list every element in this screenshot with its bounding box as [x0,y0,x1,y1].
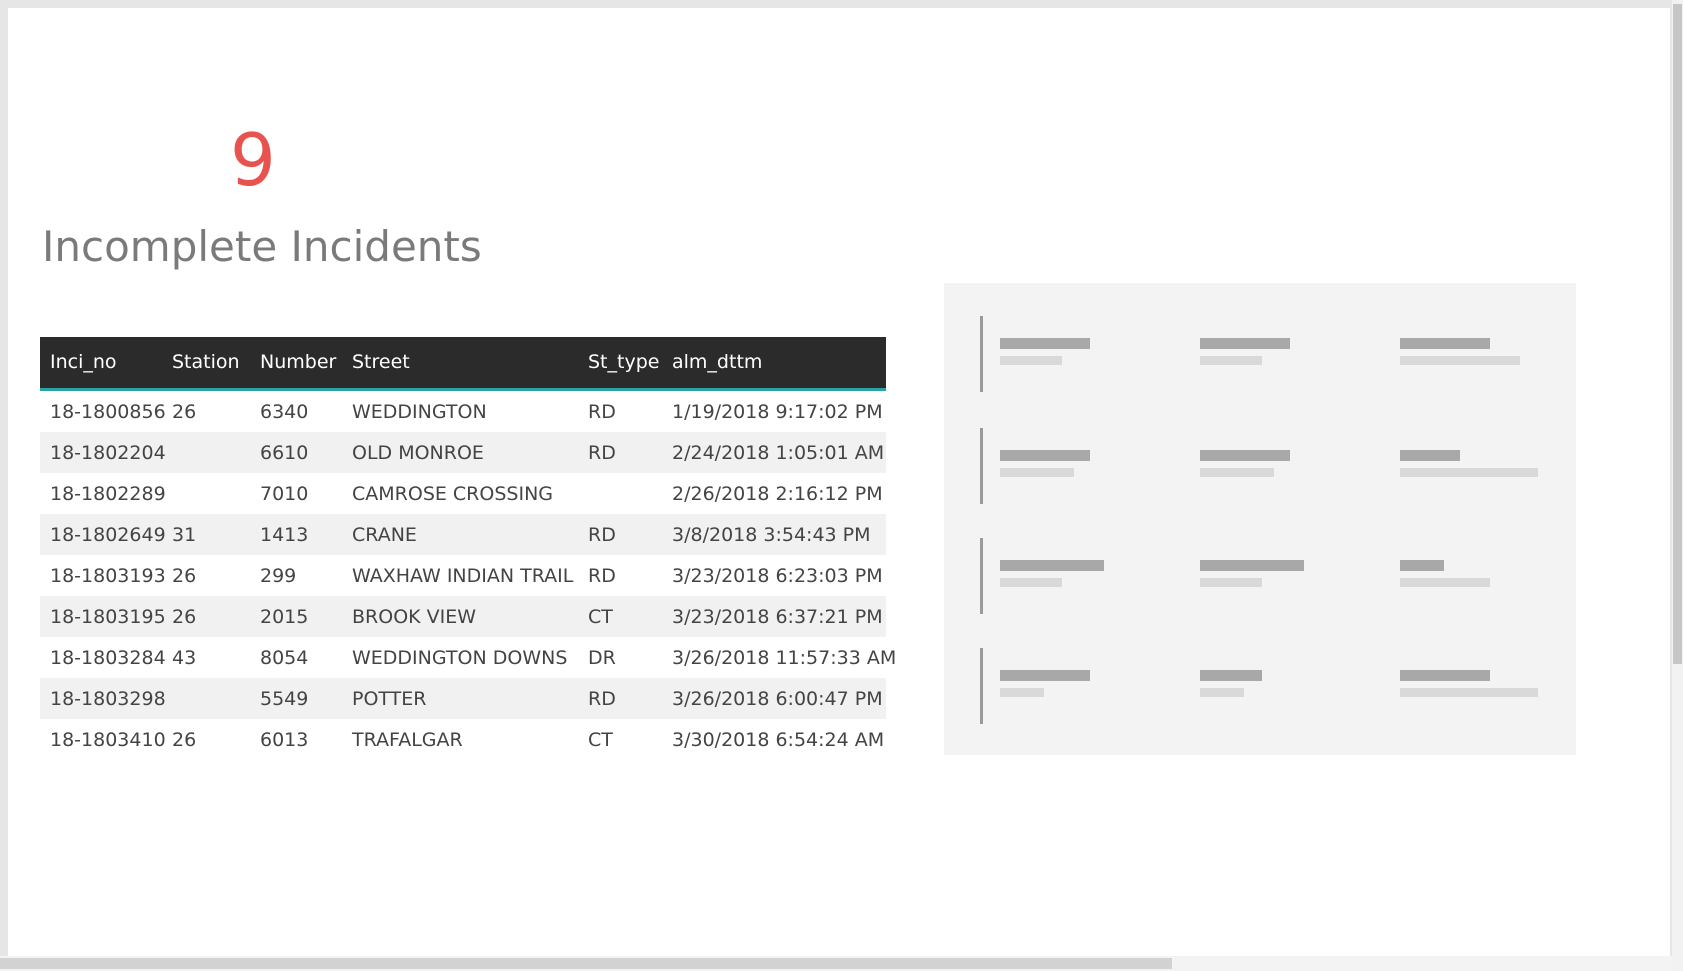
cell-number: 6013 [260,729,309,751]
cell-street: BROOK VIEW [352,606,477,628]
table-row[interactable]: 18-1803195 26 2015 BROOK VIEW CT 3/23/20… [40,596,886,637]
cell-number: 299 [260,565,297,587]
cell-st-type: RD [588,442,616,464]
placeholder-row [980,428,1540,508]
multi-row-card-placeholder[interactable] [944,283,1576,755]
placeholder-field [1400,560,1490,587]
cell-number: 6610 [260,442,309,464]
cell-street: TRAFALGAR [352,729,463,751]
cell-st-type: RD [588,401,616,423]
cell-inci-no: 18-1803410 [50,729,166,751]
placeholder-field [1400,338,1520,365]
cell-street: CAMROSE CROSSING [352,483,554,505]
placeholder-field [1000,560,1104,587]
kpi-label: Incomplete Incidents [42,222,482,271]
cell-number: 1413 [260,524,309,546]
table-row[interactable]: 18-1802649 31 1413 CRANE RD 3/8/2018 3:5… [40,514,886,555]
cell-number: 6340 [260,401,309,423]
cell-alm-dttm: 3/26/2018 11:57:33 AM [672,647,897,669]
cell-alm-dttm: 2/24/2018 1:05:01 AM [672,442,885,464]
cell-number: 7010 [260,483,309,505]
cell-street: OLD MONROE [352,442,484,464]
cell-alm-dttm: 3/30/2018 6:54:24 AM [672,729,885,751]
cell-station: 26 [172,565,197,587]
table-row[interactable]: 18-1803298 5549 POTTER RD 3/26/2018 6:00… [40,678,886,719]
vertical-scrollbar-thumb[interactable] [1673,4,1682,664]
column-header-inci-no[interactable]: Inci_no [50,351,117,373]
placeholder-divider [980,428,983,504]
cell-inci-no: 18-1802289 [50,483,166,505]
table-row[interactable]: 18-1803410 26 6013 TRAFALGAR CT 3/30/201… [40,719,886,760]
placeholder-field [1400,450,1538,477]
placeholder-field [1200,338,1290,365]
cell-inci-no: 18-1800856 [50,401,166,423]
table-row[interactable]: 18-1802289 7010 CAMROSE CROSSING 2/26/20… [40,473,886,514]
cell-inci-no: 18-1802204 [50,442,166,464]
cell-street: CRANE [352,524,417,546]
cell-street: WAXHAW INDIAN TRAIL [352,565,574,587]
cell-st-type: RD [588,524,616,546]
horizontal-scrollbar-thumb[interactable] [0,958,1172,969]
column-header-number[interactable]: Number [260,351,336,373]
placeholder-row [980,316,1540,396]
placeholder-field [1000,338,1090,365]
placeholder-field [1000,450,1090,477]
table-row[interactable]: 18-1800856 26 6340 WEDDINGTON RD 1/19/20… [40,391,886,432]
cell-inci-no: 18-1802649 [50,524,166,546]
column-header-st-type[interactable]: St_type [588,351,659,373]
cell-alm-dttm: 1/19/2018 9:17:02 PM [672,401,883,423]
placeholder-field [1000,670,1090,697]
table-header: Inci_no Station Number Street St_type al… [40,337,886,391]
cell-street: WEDDINGTON [352,401,487,423]
placeholder-row [980,648,1540,728]
column-header-station[interactable]: Station [172,351,240,373]
placeholder-field [1400,670,1538,697]
cell-number: 5549 [260,688,309,710]
cell-alm-dttm: 3/8/2018 3:54:43 PM [672,524,871,546]
placeholder-field [1200,560,1304,587]
horizontal-scrollbar[interactable] [0,956,1672,971]
placeholder-field [1200,670,1262,697]
cell-alm-dttm: 3/23/2018 6:37:21 PM [672,606,883,628]
cell-station: 43 [172,647,197,669]
cell-station: 26 [172,401,197,423]
cell-station: 26 [172,729,197,751]
table-row[interactable]: 18-1803193 26 299 WAXHAW INDIAN TRAIL RD… [40,555,886,596]
cell-inci-no: 18-1803195 [50,606,166,628]
cell-station: 31 [172,524,197,546]
cell-street: POTTER [352,688,427,710]
cell-station: 26 [172,606,197,628]
table-row[interactable]: 18-1802204 6610 OLD MONROE RD 2/24/2018 … [40,432,886,473]
cell-st-type: RD [588,565,616,587]
placeholder-field [1200,450,1290,477]
kpi-value[interactable]: 9 [230,120,276,200]
cell-inci-no: 18-1803193 [50,565,166,587]
column-header-alm-dttm[interactable]: alm_dttm [672,351,762,373]
cell-inci-no: 18-1803284 [50,647,166,669]
cell-alm-dttm: 3/26/2018 6:00:47 PM [672,688,883,710]
cell-st-type: RD [588,688,616,710]
placeholder-divider [980,648,983,724]
cell-st-type: DR [588,647,616,669]
cell-number: 8054 [260,647,309,669]
cell-st-type: CT [588,729,613,751]
cell-st-type: CT [588,606,613,628]
table-row[interactable]: 18-1803284 43 8054 WEDDINGTON DOWNS DR 3… [40,637,896,678]
cell-number: 2015 [260,606,309,628]
cell-inci-no: 18-1803298 [50,688,166,710]
cell-street: WEDDINGTON DOWNS [352,647,568,669]
cell-alm-dttm: 3/23/2018 6:23:03 PM [672,565,883,587]
report-canvas: 9 Incomplete Incidents Inci_no Station N… [8,8,1670,956]
placeholder-divider [980,316,983,392]
incidents-table[interactable]: Inci_no Station Number Street St_type al… [40,337,896,760]
cell-alm-dttm: 2/26/2018 2:16:12 PM [672,483,883,505]
vertical-scrollbar[interactable] [1672,0,1683,971]
column-header-street[interactable]: Street [352,351,410,373]
placeholder-row [980,538,1540,618]
placeholder-divider [980,538,983,614]
